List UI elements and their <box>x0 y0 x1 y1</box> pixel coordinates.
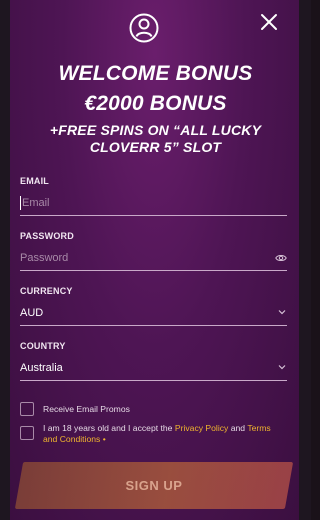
currency-value: AUD <box>20 307 44 319</box>
password-field[interactable]: Password <box>20 248 287 271</box>
chevron-down-icon <box>278 310 286 315</box>
password-label: PASSWORD <box>20 231 74 241</box>
close-icon[interactable] <box>258 11 280 33</box>
country-select[interactable]: Australia <box>20 358 287 381</box>
text-caret <box>20 196 21 210</box>
currency-label: CURRENCY <box>20 286 73 296</box>
terms-link[interactable]: Terms <box>247 423 270 433</box>
required-marker: • <box>102 434 106 444</box>
sign-up-button[interactable] <box>14 462 294 509</box>
terms-checkbox[interactable] <box>20 426 34 440</box>
headline-free-spins: +FREE SPINS ON “ALL LUCKY <box>49 122 262 138</box>
country-value: Australia <box>20 362 63 374</box>
headline-bonus: €2000 BONUS <box>84 92 227 115</box>
headline-slot: CLOVERR 5” SLOT <box>89 139 222 155</box>
user-icon <box>129 13 159 43</box>
email-field[interactable]: Email <box>20 193 287 216</box>
promos-checkbox[interactable] <box>20 402 34 416</box>
headline-welcome: WELCOME BONUS <box>58 62 253 85</box>
currency-select[interactable]: AUD <box>20 303 287 326</box>
country-label: COUNTRY <box>20 341 66 351</box>
terms-prefix: I am 18 years old and I accept the <box>43 423 173 433</box>
email-placeholder: Email <box>22 197 50 209</box>
email-label: EMAIL <box>20 176 49 186</box>
privacy-policy-link[interactable]: Privacy Policy <box>175 423 228 433</box>
promos-label: Receive Email Promos <box>43 404 130 414</box>
terms-label: I am 18 years old and I accept the Priva… <box>43 423 288 445</box>
chevron-down-icon <box>278 365 286 370</box>
eye-icon[interactable] <box>275 252 287 264</box>
password-placeholder: Password <box>20 252 69 264</box>
terms-and: and <box>230 423 246 433</box>
terms-link-continued[interactable]: and Conditions <box>43 434 100 444</box>
